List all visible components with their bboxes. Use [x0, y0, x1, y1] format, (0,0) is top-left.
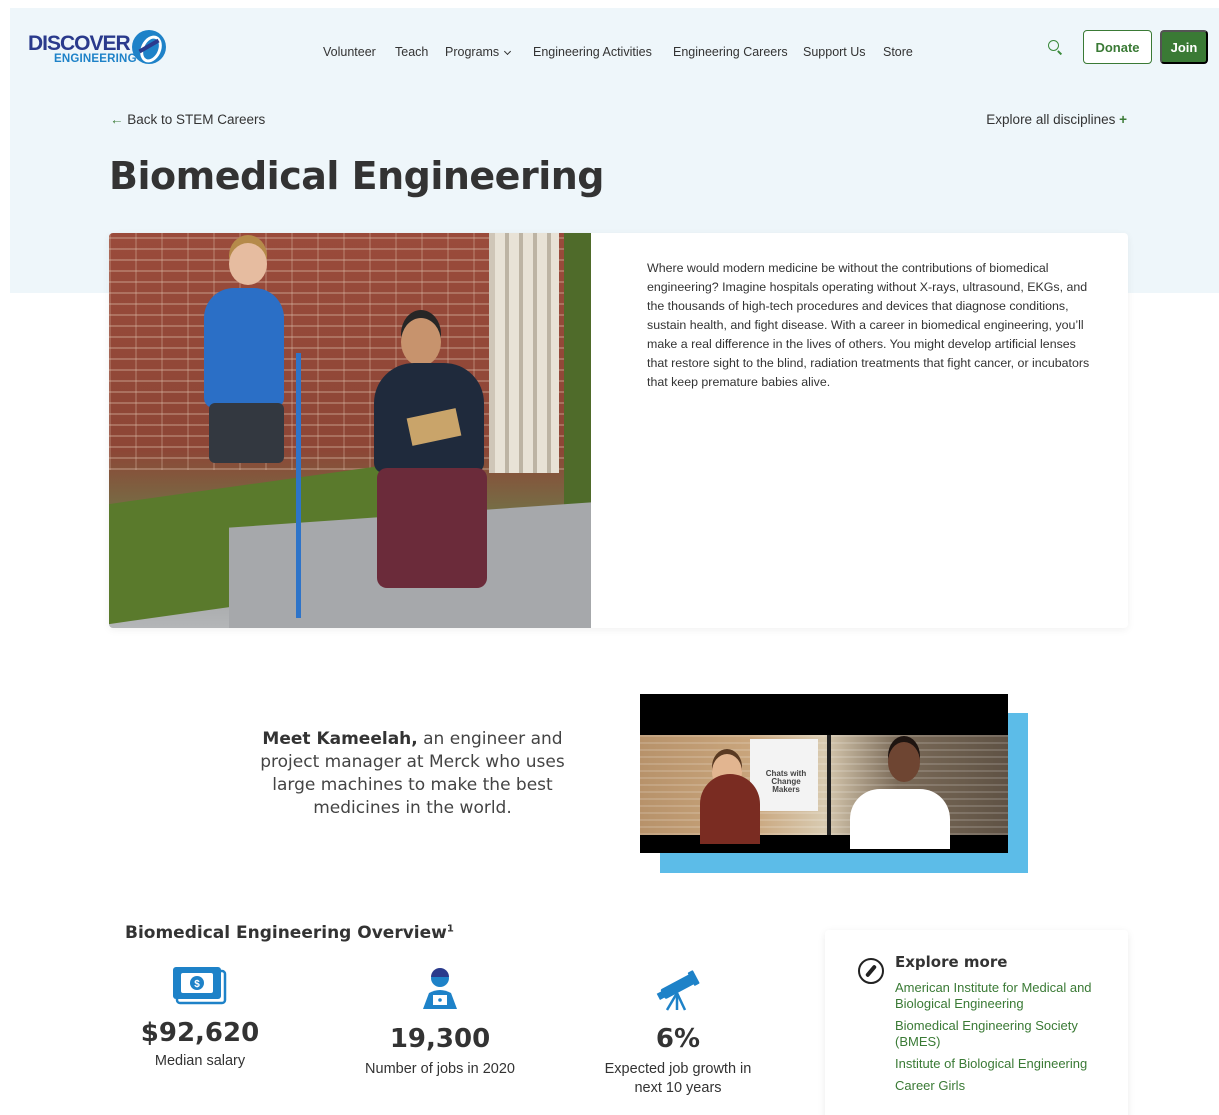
- explore-link-aimbe[interactable]: American Institute for Medical and Biolo…: [895, 980, 1110, 1012]
- logo-mark-icon: [132, 30, 166, 64]
- search-icon[interactable]: [1048, 40, 1062, 54]
- overview-footnote[interactable]: 1: [447, 923, 454, 934]
- site-logo[interactable]: DISCOVER ENGINEERING: [28, 30, 168, 70]
- explore-link-bmes[interactable]: Biomedical Engineering Society (BMES): [895, 1018, 1110, 1050]
- nav-programs-label: Programs: [445, 45, 500, 59]
- donate-button[interactable]: Donate: [1083, 30, 1152, 64]
- explore-more-title: Explore more: [895, 953, 1008, 971]
- explore-link-career-girls[interactable]: Career Girls: [895, 1078, 1110, 1094]
- intro-text: Where would modern medicine be without t…: [647, 261, 1090, 389]
- stat-value: $92,620: [140, 1018, 260, 1048]
- nav-support-us[interactable]: Support Us: [803, 45, 866, 59]
- money-icon: $: [173, 967, 227, 1005]
- explore-disciplines-link[interactable]: Explore all disciplines +: [986, 112, 1127, 127]
- nav-volunteer[interactable]: Volunteer: [323, 45, 376, 59]
- video-player[interactable]: Chats with Change Makers: [640, 694, 1008, 853]
- explore-more-links: American Institute for Medical and Biolo…: [895, 980, 1110, 1100]
- stat-label: Number of jobs in 2020: [365, 1061, 515, 1077]
- logo-wordmark-bottom: ENGINEERING: [54, 53, 137, 65]
- stat-number-of-jobs: 19,300 Number of jobs in 2020: [355, 967, 525, 1079]
- page-title: Biomedical Engineering: [109, 154, 604, 198]
- stat-label: Expected job growth in next 10 years: [604, 1061, 752, 1096]
- meet-engineer-text: Meet Kameelah, an engineer and project m…: [255, 728, 570, 820]
- nav-programs[interactable]: Programs: [445, 45, 512, 59]
- meet-engineer-name: Meet Kameelah,: [262, 729, 418, 749]
- video-poster-text: Chats with Change Makers: [765, 769, 807, 794]
- nav-store[interactable]: Store: [883, 45, 913, 59]
- plus-icon: +: [1115, 112, 1127, 127]
- stat-job-growth: 6% Expected job growth in next 10 years: [593, 967, 763, 1098]
- nav-engineering-careers[interactable]: Engineering Careers: [673, 45, 788, 59]
- back-link-label: Back to STEM Careers: [127, 112, 266, 127]
- join-button[interactable]: Join: [1160, 30, 1208, 64]
- explore-link-ibe[interactable]: Institute of Biological Engineering: [895, 1056, 1110, 1072]
- hero-photo: [109, 233, 591, 628]
- arrow-left-icon: ←: [110, 112, 128, 127]
- telescope-icon: [656, 970, 700, 1011]
- compass-icon: [858, 958, 884, 984]
- nav-engineering-activities[interactable]: Engineering Activities: [533, 45, 652, 59]
- nav-teach[interactable]: Teach: [395, 45, 428, 59]
- worker-icon: [423, 968, 457, 1009]
- overview-title-text: Biomedical Engineering Overview: [125, 923, 447, 943]
- stat-label: Median salary: [154, 1053, 246, 1069]
- explore-more-card: Explore more American Institute for Medi…: [825, 930, 1128, 1115]
- explore-link-label: Explore all disciplines: [986, 112, 1116, 127]
- stat-median-salary: $ $92,620 Median salary: [125, 965, 275, 1071]
- stat-value: 6%: [655, 1024, 701, 1054]
- back-to-careers-link[interactable]: ← Back to STEM Careers: [110, 112, 265, 127]
- chevron-down-icon: [504, 47, 512, 56]
- stat-value: 19,300: [389, 1024, 491, 1054]
- overview-title: Biomedical Engineering Overview1: [125, 923, 454, 943]
- intro-card: Where would modern medicine be without t…: [109, 233, 1128, 628]
- svg-text:$: $: [194, 979, 200, 990]
